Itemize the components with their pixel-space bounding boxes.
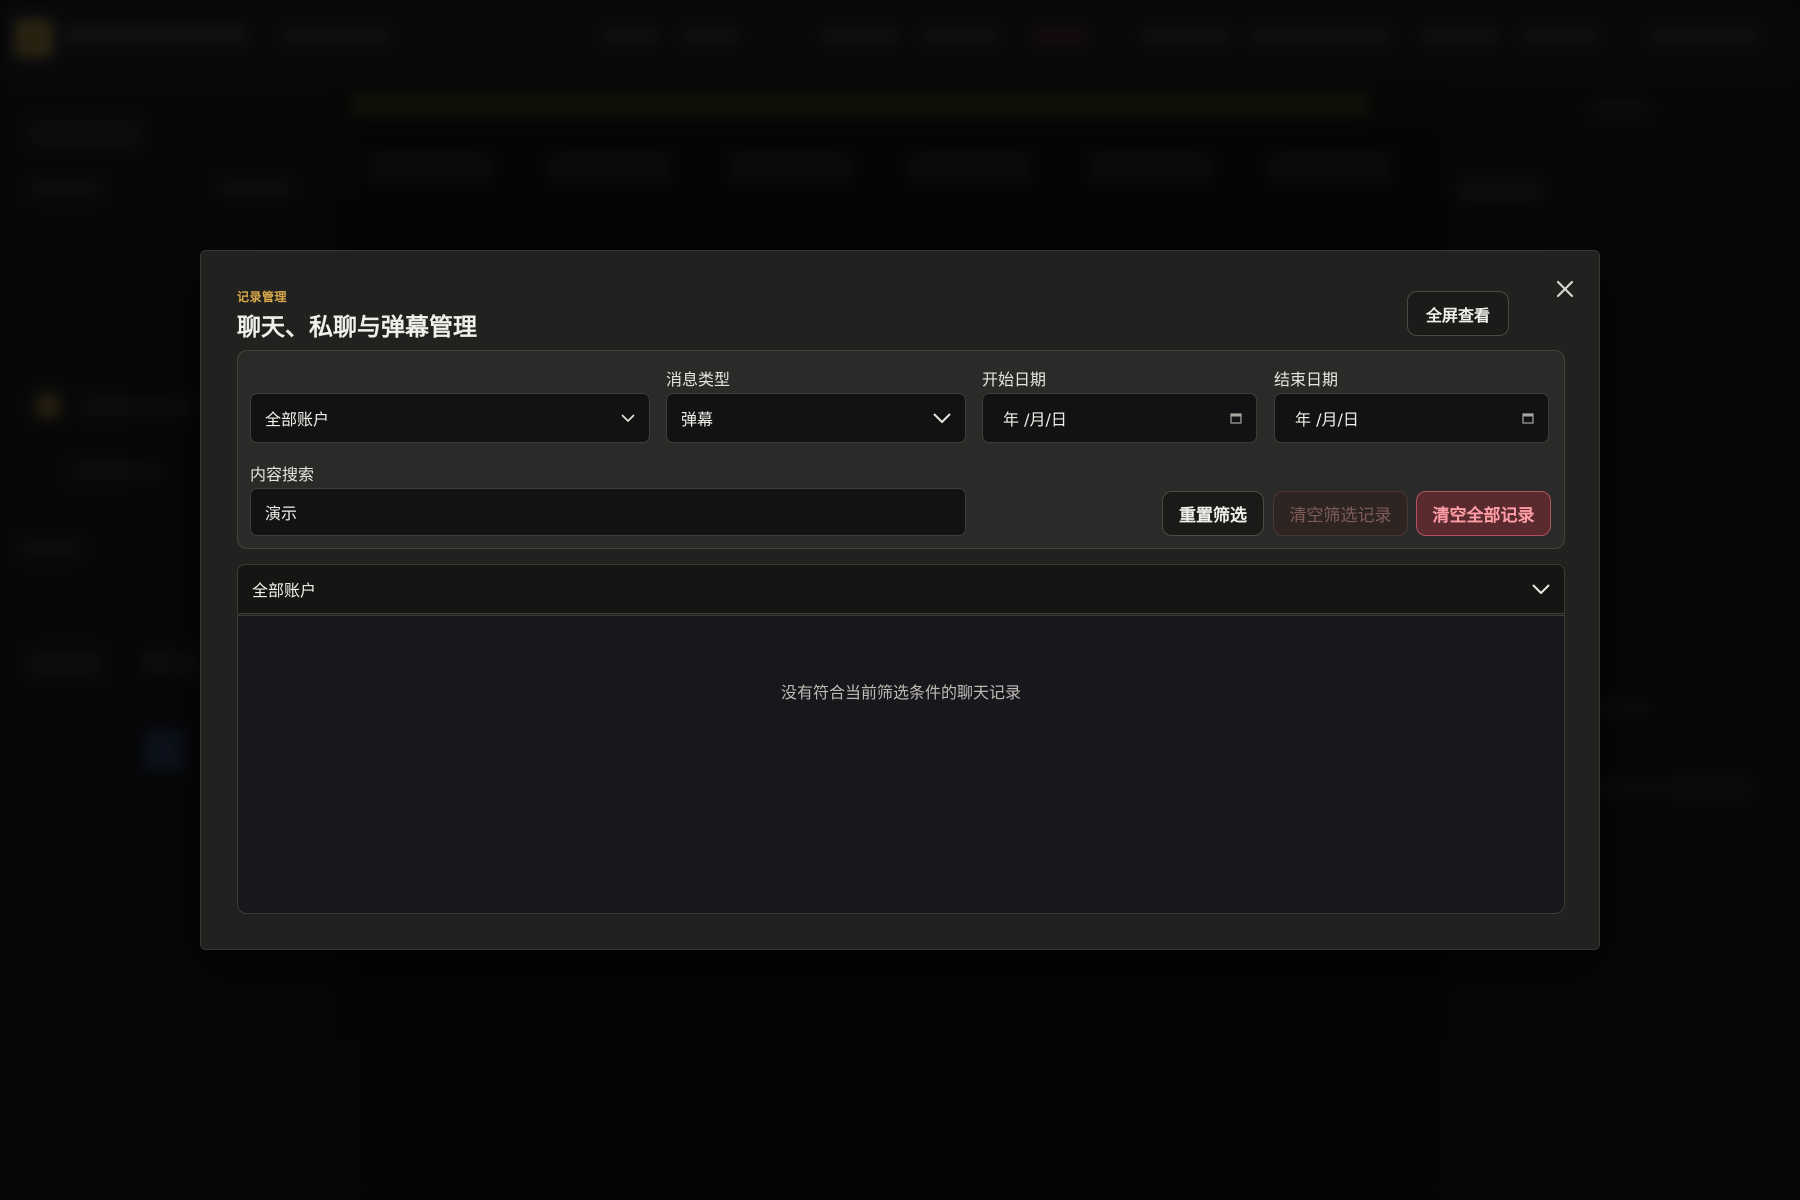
start-date-input[interactable]: 年 /月/日 [982, 393, 1257, 443]
close-icon [1556, 280, 1574, 298]
fullscreen-button[interactable]: 全屏查看 [1407, 291, 1509, 336]
clear-filtered-records-button[interactable]: 清空筛选记录 [1273, 491, 1408, 536]
calendar-icon[interactable] [1230, 412, 1242, 424]
content-search-label: 内容搜索 [250, 465, 315, 484]
calendar-icon[interactable] [1522, 412, 1534, 424]
start-date-value: 年 /月/日 [1003, 410, 1067, 429]
end-date-input[interactable]: 年 /月/日 [1274, 393, 1549, 443]
end-date-label: 结束日期 [1274, 370, 1339, 389]
message-type-label: 消息类型 [666, 370, 731, 389]
start-date-label: 开始日期 [982, 370, 1047, 389]
modal-title: 聊天、私聊与弹幕管理 [237, 313, 477, 341]
close-button[interactable] [1551, 275, 1579, 303]
empty-state-message: 没有符合当前筛选条件的聊天记录 [780, 683, 1021, 702]
filter-panel: 全部账户 消息类型 弹幕 开始日期 年 /月/日 结束日期 年 /月/日 内容搜… [237, 350, 1565, 549]
content-search-input[interactable]: 演示 [250, 488, 966, 536]
records-management-modal: 记录管理 聊天、私聊与弹幕管理 全屏查看 全部账户 消息类型 弹幕 开始日期 年… [200, 250, 1600, 950]
reset-filters-button[interactable]: 重置筛选 [1162, 491, 1264, 536]
message-type-select[interactable]: 弹幕 [666, 393, 966, 443]
account-select[interactable]: 全部账户 [250, 393, 650, 443]
chevron-down-icon [933, 413, 951, 424]
account-group-label: 全部账户 [252, 581, 317, 600]
message-type-value: 弹幕 [681, 410, 714, 429]
content-search-value: 演示 [265, 504, 298, 523]
records-list: 没有符合当前筛选条件的聊天记录 [237, 615, 1565, 914]
account-select-value: 全部账户 [265, 410, 330, 429]
chevron-down-icon [1532, 584, 1550, 595]
chevron-down-icon [621, 414, 635, 423]
account-group-header[interactable]: 全部账户 [237, 564, 1565, 614]
end-date-value: 年 /月/日 [1295, 410, 1359, 429]
clear-all-records-button[interactable]: 清空全部记录 [1416, 491, 1551, 536]
modal-eyebrow: 记录管理 [237, 290, 288, 304]
